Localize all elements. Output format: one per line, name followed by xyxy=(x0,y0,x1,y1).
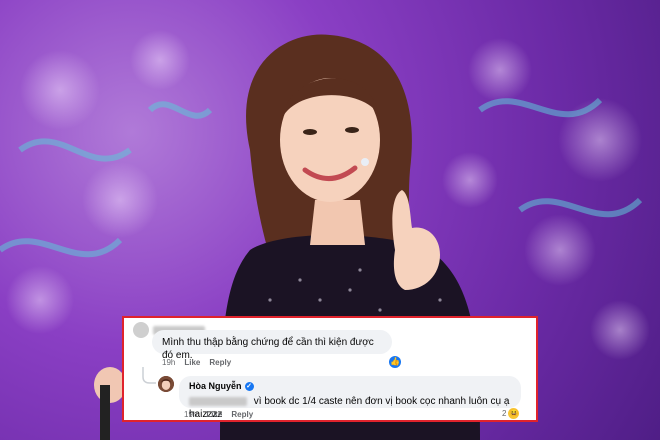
like-button[interactable]: Like xyxy=(184,358,200,367)
laughing-emoji-icon: 😆 xyxy=(508,408,520,419)
avatar-hoa-nguyen[interactable] xyxy=(158,376,174,392)
reply-bubble: Hòa Nguyễn ✓ vì book dc 1/4 caste nên đơ… xyxy=(179,376,521,420)
comment-time: 19h xyxy=(162,358,176,367)
avatar-image xyxy=(158,376,174,392)
reply-time: 19h xyxy=(184,410,198,419)
avatar-blurred[interactable] xyxy=(133,322,149,338)
reply-actions: 19h Like Reply xyxy=(184,410,253,419)
reply-like-button[interactable]: Like xyxy=(206,410,222,419)
author-name[interactable]: Hòa Nguyễn xyxy=(189,380,242,393)
comment-bubble: Mình thu thập bằng chứng để cần thì kiện… xyxy=(152,330,392,361)
author-name-row: Hòa Nguyễn ✓ xyxy=(189,380,511,393)
reaction-summary[interactable]: 2 😆 xyxy=(502,408,520,419)
thread-connector-line xyxy=(142,367,156,384)
reaction-count: 2 xyxy=(502,409,507,418)
mention-blurred[interactable] xyxy=(189,396,247,406)
comment-thread-highlight: Mình thu thập bằng chứng để cần thì kiện… xyxy=(122,316,538,422)
reply-reply-button[interactable]: Reply xyxy=(231,410,253,419)
reply-button[interactable]: Reply xyxy=(209,358,231,367)
verified-badge-icon: ✓ xyxy=(244,382,254,391)
thumbs-up-icon[interactable]: 👍 xyxy=(389,356,401,368)
comment-actions: 19h Like Reply xyxy=(162,358,231,367)
